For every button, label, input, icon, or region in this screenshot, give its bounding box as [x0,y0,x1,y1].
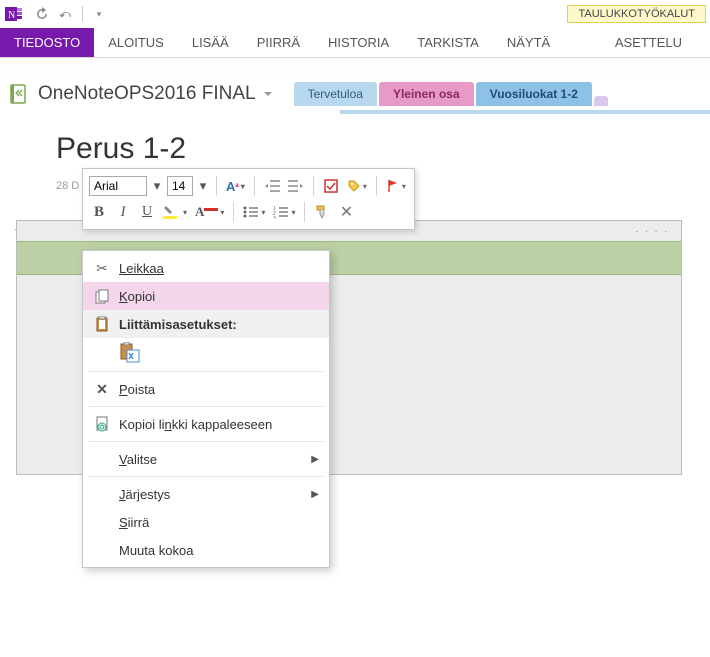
ribbon-tab-history[interactable]: HISTORIA [314,28,403,57]
menu-cut-label: Leikkaa [119,261,164,276]
ribbon-tab-layout[interactable]: ASETTELU [587,28,710,57]
title-bar: N ▾ TAULUKKOTYÖKALUT [0,0,710,28]
flag-icon[interactable]: ▾ [384,175,408,197]
scissors-icon: ✂ [91,260,113,277]
font-name-input[interactable] [89,176,147,196]
menu-select[interactable]: Valitse ▶ [83,445,329,473]
section-tabs: Tervetuloa Yleinen osa Vuosiluokat 1-2 [294,82,610,106]
menu-separator [89,441,323,442]
italic-button[interactable]: I [113,201,133,223]
svg-text:3: 3 [273,216,276,219]
delete-x-icon: ✕ [91,381,113,398]
notebook-header-row: OneNoteOPS2016 FINAL Tervetuloa Yleinen … [0,78,710,110]
ribbon-tab-file[interactable]: TIEDOSTO [0,28,94,57]
svg-text:N: N [8,10,15,21]
notebook-icon[interactable] [8,83,30,105]
ribbon-body [0,58,710,78]
mini-toolbar: ▾ ▾ Aᵃ▾ ▾ ▾ B I U ▾ A ▾ [82,168,415,230]
format-painter-icon[interactable] [312,201,332,223]
section-tab-tervetuloa[interactable]: Tervetuloa [294,82,377,106]
menu-order[interactable]: Järjestys ▶ [83,480,329,508]
underline-button[interactable]: U [137,201,157,223]
menu-separator [89,476,323,477]
menu-separator [89,371,323,372]
ribbon-tab-insert[interactable]: LISÄÄ [178,28,243,57]
link-page-icon [91,416,113,432]
qat-separator [82,6,83,22]
section-tab-more[interactable] [594,96,608,106]
paste-option-keep-source[interactable] [83,338,329,368]
menu-paste-options-label: Liittämisasetukset: [113,317,319,332]
clipboard-icon [91,316,113,332]
section-tab-yleinen-osa[interactable]: Yleinen osa [379,82,474,106]
menu-resize-label: Muuta kokoa [113,543,319,558]
bold-button[interactable]: B [89,201,109,223]
ribbon-tab-review[interactable]: TARKISTA [403,28,493,57]
font-color-icon[interactable]: A ▾ [193,201,226,223]
context-menu: ✂ Leikkaa Kopioi Liittämisasetukset: ✕ P… [82,250,330,568]
outdent-icon[interactable] [262,175,282,197]
ribbon-tab-draw[interactable]: PIIRRÄ [243,28,314,57]
menu-delete[interactable]: ✕ Poista [83,375,329,403]
bullets-icon[interactable]: ▾ [241,201,267,223]
menu-cut[interactable]: ✂ Leikkaa [83,254,329,282]
ribbon-tabs: TIEDOSTO ALOITUS LISÄÄ PIIRRÄ HISTORIA T… [0,28,710,58]
container-drag-dots-icon[interactable]: . . . . [636,224,669,235]
qat-customize-icon[interactable]: ▾ [89,4,109,24]
numbering-icon[interactable]: 123▾ [271,201,297,223]
page-title[interactable]: Perus 1-2 [56,132,686,166]
menu-separator [89,406,323,407]
paste-keep-formatting-icon [119,342,141,364]
menu-select-label: Valitse [113,452,311,467]
onenote-app-icon: N [4,4,24,24]
indent-icon[interactable] [286,175,306,197]
qat-undo-icon[interactable] [56,4,76,24]
menu-copy-link[interactable]: Kopioi linkki kappaleeseen [83,410,329,438]
tags-icon[interactable]: ▾ [345,175,369,197]
menu-move-label: Siirrä [113,515,319,530]
menu-move[interactable]: Siirrä [83,508,329,536]
menu-copy-label: Kopioi [113,289,319,304]
menu-paste-options-header: Liittämisasetukset: [83,310,329,338]
todo-tag-icon[interactable] [321,175,341,197]
menu-delete-label: Poista [113,382,319,397]
menu-copy-link-label: Kopioi linkki kappaleeseen [113,417,319,432]
contextual-tab-label: TAULUKKOTYÖKALUT [567,5,706,23]
highlight-icon[interactable]: ▾ [161,201,189,223]
submenu-arrow-icon: ▶ [311,454,319,465]
font-size-input[interactable] [167,176,193,196]
menu-resize[interactable]: Muuta kokoa [83,536,329,564]
section-tab-vuosiluokat[interactable]: Vuosiluokat 1-2 [476,82,592,106]
notebook-title[interactable]: OneNoteOPS2016 FINAL [38,83,256,105]
menu-copy[interactable]: Kopioi [83,282,329,310]
copy-icon [91,289,113,304]
menu-order-label: Järjestys [113,487,311,502]
delete-icon[interactable]: ✕ [336,201,356,223]
submenu-arrow-icon: ▶ [311,489,319,500]
font-size-dropdown-icon[interactable]: ▾ [197,175,209,197]
notebook-dropdown-icon[interactable] [262,88,274,100]
styles-icon[interactable]: Aᵃ▾ [224,175,247,197]
qat-back-icon[interactable] [32,4,52,24]
ribbon-tab-view[interactable]: NÄYTÄ [493,28,564,57]
font-name-dropdown-icon[interactable]: ▾ [151,175,163,197]
ribbon-tab-home[interactable]: ALOITUS [94,28,178,57]
